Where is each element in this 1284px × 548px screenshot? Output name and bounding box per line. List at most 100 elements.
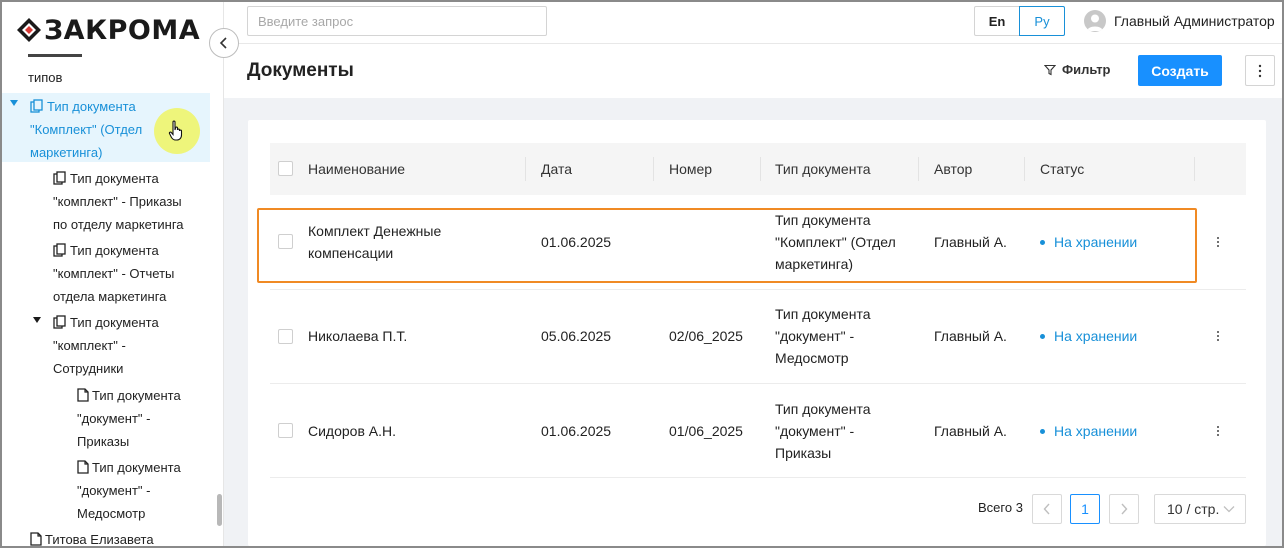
table-row[interactable]: Комплект Денежные компенсации 01.06.2025…	[270, 196, 1246, 290]
lang-en-button[interactable]: En	[974, 6, 1020, 36]
page-more-button[interactable]	[1245, 55, 1275, 86]
row-checkbox[interactable]	[278, 329, 293, 344]
page-header: Документы Фильтр Создать	[224, 44, 1282, 98]
filter-button[interactable]: Фильтр	[1044, 62, 1111, 77]
table-row[interactable]: Сидоров А.Н. 01.06.2025 01/06_2025 Тип д…	[270, 384, 1246, 478]
cell-number: 01/06_2025	[669, 423, 743, 439]
tree-item-label: "комплект" -	[53, 338, 126, 353]
tree-item-label: Приказы	[77, 434, 130, 449]
chevron-left-icon	[1043, 503, 1050, 515]
user-name: Главный Администратор	[1114, 13, 1275, 29]
select-all-checkbox[interactable]	[278, 161, 293, 176]
cell-doctype: Тип документа "документ" - Приказы	[775, 401, 871, 461]
status-badge: На хранении	[1040, 325, 1137, 347]
next-page-button[interactable]	[1109, 494, 1139, 524]
file-icon	[77, 460, 89, 474]
collapse-sidebar-button[interactable]	[209, 28, 239, 58]
tree-item-label: Титова Елизавета	[45, 532, 154, 546]
status-badge: На хранении	[1040, 231, 1137, 253]
column-header-author[interactable]: Автор	[934, 143, 972, 195]
cell-date: 01.06.2025	[541, 423, 612, 439]
tree-item-dokument-medosmotr[interactable]: Тип документа "документ" - Медосмотр	[2, 454, 210, 523]
user-menu[interactable]: Главный Администратор	[1084, 9, 1275, 33]
tree-item-sotrudniki[interactable]: Тип документа "комплект" - Сотрудники	[2, 309, 210, 378]
column-header-number[interactable]: Номер	[669, 143, 712, 195]
row-more-button[interactable]	[1212, 421, 1224, 441]
cell-name: Николаева П.Т.	[308, 328, 408, 344]
copy-icon	[53, 243, 66, 257]
column-header-name[interactable]: Наименование	[308, 143, 405, 195]
cell-date: 05.06.2025	[541, 328, 612, 344]
hand-cursor-icon	[168, 120, 183, 141]
tree-item-label: "комплект" - Приказы	[53, 194, 182, 209]
caret-down-icon[interactable]	[33, 317, 41, 323]
page-title: Документы	[247, 60, 354, 81]
row-checkbox[interactable]	[278, 423, 293, 438]
caret-down-icon[interactable]	[10, 100, 18, 106]
tree-item-label: по отделу маркетинга	[53, 217, 184, 232]
search-input[interactable]	[247, 6, 547, 36]
chevron-down-icon	[1223, 506, 1235, 513]
tree-item-label: типов	[28, 70, 63, 85]
tree-item-label: Сотрудники	[53, 361, 124, 376]
cell-number: 02/06_2025	[669, 328, 743, 344]
filter-icon	[1044, 64, 1056, 75]
sidebar-scrollbar[interactable]	[217, 494, 222, 526]
logo-mark-icon	[17, 18, 41, 42]
row-more-button[interactable]	[1212, 326, 1224, 346]
create-button[interactable]: Создать	[1138, 55, 1222, 86]
cell-author: Главный А.	[934, 423, 1007, 439]
row-checkbox[interactable]	[278, 234, 293, 249]
tree-item-label: Медосмотр	[77, 506, 146, 521]
file-icon	[77, 388, 89, 402]
tree-item-label: "документ" -	[77, 411, 151, 426]
tree-item-label: Тип документа	[70, 315, 159, 330]
cell-name: Сидоров А.Н.	[308, 423, 397, 439]
cell-date: 01.06.2025	[541, 234, 612, 250]
cell-doctype: Тип документа "документ" - Медосмотр	[775, 306, 871, 366]
more-vertical-icon	[1258, 64, 1262, 77]
tree-item-titova[interactable]: Титова Елизавета	[2, 526, 210, 546]
copy-icon	[53, 315, 66, 329]
tree-item-label: Тип документа	[70, 171, 159, 186]
chevron-right-icon	[1121, 503, 1128, 515]
copy-icon	[30, 99, 43, 113]
tree-item-label: маркетинга)	[30, 145, 103, 160]
page-button-current[interactable]: 1	[1070, 494, 1100, 524]
cell-name: Комплект Денежные компенсации	[308, 223, 442, 261]
tree-item-label: "Комплект" (Отдел	[30, 122, 143, 137]
total-count: Всего 3	[978, 500, 1023, 515]
cell-author: Главный А.	[934, 328, 1007, 344]
lang-ru-button[interactable]: Ру	[1019, 6, 1065, 36]
topbar: En Ру Главный Администратор	[224, 2, 1282, 44]
tree-item-label: Тип документа	[47, 99, 136, 114]
tree-item-label: "документ" -	[77, 483, 151, 498]
cell-doctype: Тип документа "Комплект" (Отдел маркетин…	[775, 212, 896, 272]
row-more-button[interactable]	[1212, 232, 1224, 252]
cursor-highlight	[154, 108, 200, 154]
user-icon	[1087, 14, 1103, 31]
column-header-date[interactable]: Дата	[541, 143, 572, 195]
tree-item-label: Тип документа	[92, 460, 181, 475]
tree-item-label: Тип документа	[70, 243, 159, 258]
tree-item-types[interactable]: типов	[2, 54, 210, 92]
status-badge: На хранении	[1040, 420, 1137, 442]
tree-item-prikazy-marketing[interactable]: Тип документа "комплект" - Приказы по от…	[2, 165, 210, 234]
avatar	[1084, 10, 1106, 32]
logo[interactable]: ЗАКРОМА	[16, 14, 200, 46]
tree-item-label: Тип документа	[92, 388, 181, 403]
tree-item-dokument-prikazy[interactable]: Тип документа "документ" - Приказы	[2, 382, 210, 451]
column-header-doctype[interactable]: Тип документа	[775, 143, 871, 195]
table-header: Наименование Дата Номер Тип документа Ав…	[270, 143, 1246, 195]
prev-page-button[interactable]	[1032, 494, 1062, 524]
tree-item-label: отдела маркетинга	[53, 289, 167, 304]
page-size-select[interactable]: 10 / стр.	[1154, 494, 1246, 524]
column-header-status[interactable]: Статус	[1040, 143, 1084, 195]
copy-icon	[53, 171, 66, 185]
logo-text: ЗАКРОМА	[44, 14, 201, 46]
tree-item-otchety-marketing[interactable]: Тип документа "комплект" - Отчеты отдела…	[2, 237, 210, 306]
table-row[interactable]: Николаева П.Т. 05.06.2025 02/06_2025 Тип…	[270, 290, 1246, 384]
sidebar: ЗАКРОМА типов Тип документа "Комплект" (…	[2, 2, 224, 546]
page-size-value: 10 / стр.	[1167, 501, 1220, 517]
tree-item-label: "комплект" - Отчеты	[53, 266, 175, 281]
